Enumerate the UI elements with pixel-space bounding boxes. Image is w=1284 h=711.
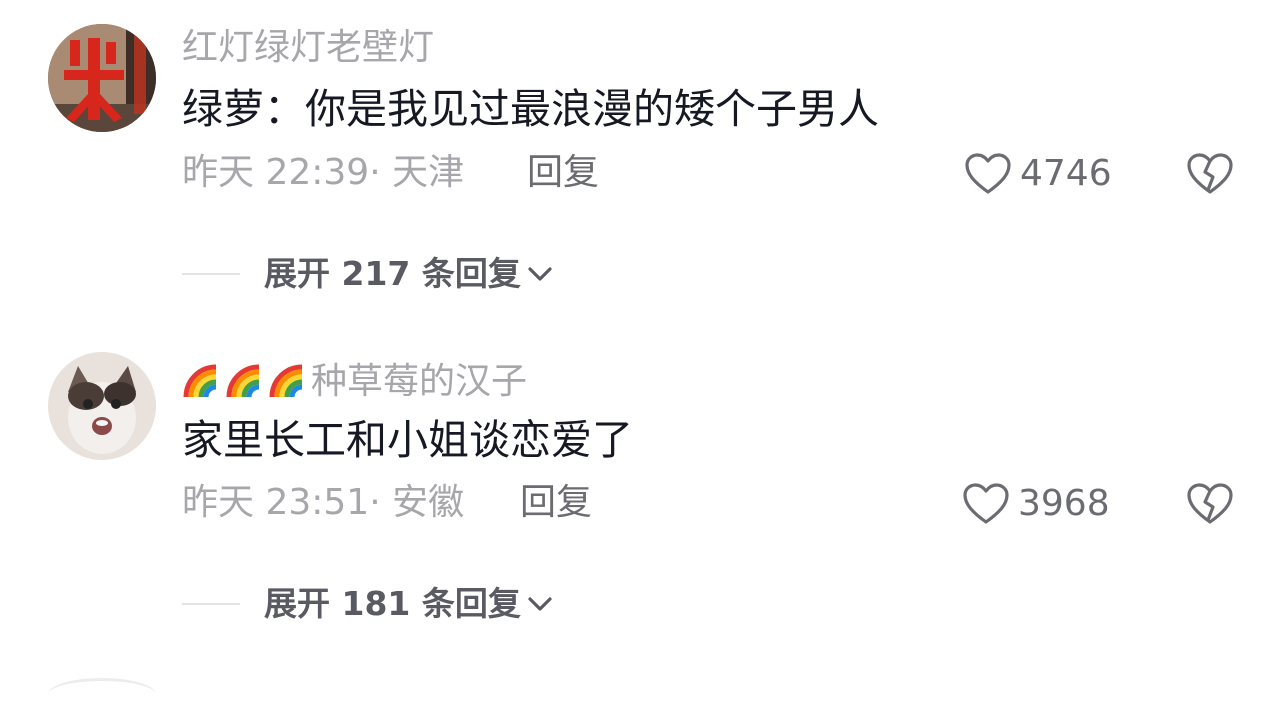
rainbow-icon (225, 359, 265, 399)
comment-time: 昨天 23:51 (182, 482, 370, 523)
like-button[interactable]: 4746 (964, 152, 1112, 196)
comment-text: 家里长工和小姐谈恋爱了 (182, 416, 633, 464)
avatar-image (48, 24, 156, 132)
meta-dot: · (369, 482, 393, 523)
username[interactable]: 红灯绿灯老壁灯 (182, 30, 434, 66)
comment-meta: 昨天 22:39· 天津 (182, 155, 464, 191)
rainbow-icon (268, 359, 308, 399)
avatar[interactable] (48, 24, 156, 132)
avatar-image (48, 352, 156, 460)
like-count: 3968 (1018, 483, 1110, 524)
broken-heart-icon (1187, 153, 1233, 194)
comment-meta: 昨天 23:51· 安徽 (182, 485, 464, 521)
heart-icon (963, 483, 1009, 524)
reply-button[interactable]: 回复 (520, 485, 592, 521)
comment-location: 天津 (392, 152, 465, 193)
like-button[interactable]: 3968 (962, 482, 1110, 526)
comment-text: 绿萝：你是我见过最浪漫的矮个子男人 (182, 85, 879, 133)
dislike-button[interactable] (1186, 482, 1234, 530)
expand-replies-label: 展开 181 条回复 (264, 584, 521, 623)
username-text: 种草莓的汉子 (311, 361, 528, 402)
expand-replies-button[interactable]: 展开 181 条回复 (182, 587, 555, 620)
heart-icon (965, 153, 1011, 194)
avatar[interactable] (48, 352, 156, 460)
meta-dot: · (369, 152, 393, 193)
chevron-down-icon (528, 596, 552, 611)
divider-line (182, 272, 240, 275)
username-text: 红灯绿灯老壁灯 (182, 27, 435, 68)
like-count: 4746 (1020, 153, 1112, 194)
dislike-button[interactable] (1186, 152, 1234, 200)
divider-line (182, 602, 240, 605)
rainbow-icon (182, 359, 222, 399)
comment-location: 安徽 (392, 482, 465, 523)
next-avatar-peek (48, 678, 156, 711)
chevron-down-icon (528, 266, 552, 281)
broken-heart-icon (1187, 483, 1233, 524)
comment-time: 昨天 22:39 (182, 152, 370, 193)
username[interactable]: 种草莓的汉子 (182, 359, 527, 400)
expand-replies-label: 展开 217 条回复 (264, 254, 521, 293)
expand-replies-button[interactable]: 展开 217 条回复 (182, 257, 555, 290)
reply-button[interactable]: 回复 (527, 155, 599, 191)
